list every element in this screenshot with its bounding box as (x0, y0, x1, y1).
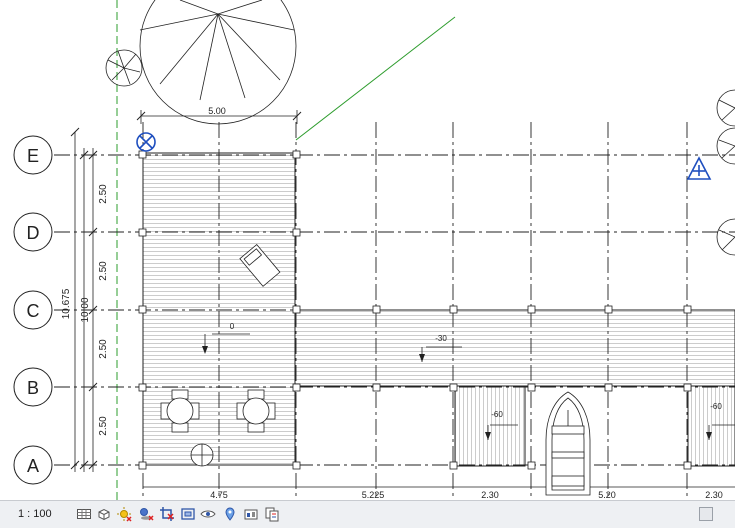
dim-bottom-5: 2.30 (705, 490, 723, 500)
temporary-hide-icon[interactable] (200, 506, 216, 522)
project-base-point-icon (686, 156, 712, 180)
worksharing-icon[interactable] (264, 506, 280, 522)
grid-bubble-E: E (13, 135, 53, 175)
shadows-icon[interactable] (138, 506, 154, 522)
reveal-hidden-icon[interactable] (222, 506, 238, 522)
grid-bubble-B: B (13, 367, 53, 407)
dim-row-1: 2.50 (98, 184, 109, 204)
sun-path-icon[interactable] (116, 506, 132, 522)
tree-small (105, 49, 143, 87)
detail-level-icon[interactable] (76, 506, 92, 522)
svg-text:A: A (27, 456, 39, 476)
walkway (294, 309, 735, 387)
svg-text:-60: -60 (491, 410, 503, 419)
dim-row-4: 2.50 (98, 416, 109, 436)
svg-text:-60: -60 (710, 402, 722, 411)
section-line (295, 16, 456, 141)
svg-text:D: D (27, 223, 40, 243)
dim-bottom-4: 5.20 (598, 490, 616, 500)
visual-style-icon[interactable] (96, 506, 112, 522)
dim-row-2: 2.50 (98, 261, 109, 281)
dim-bottom-1: 4.75 (210, 490, 228, 500)
slip-right (687, 385, 735, 467)
svg-text:E: E (27, 146, 39, 166)
grid-bubble-A: A (13, 445, 53, 485)
view-control-bar: 1 : 100 (0, 500, 735, 528)
svg-text:0: 0 (230, 322, 235, 331)
grid-bubble-D: D (13, 212, 53, 252)
dim-bottom-3: 2.30 (481, 490, 499, 500)
slip-left (454, 385, 526, 467)
resize-grip[interactable] (699, 507, 713, 521)
view-scale[interactable]: 1 : 100 (18, 508, 52, 520)
svg-text:B: B (27, 378, 39, 398)
dim-row-3: 2.50 (98, 339, 109, 359)
boat (545, 391, 591, 496)
dim-top-width: 5.00 (208, 106, 226, 116)
drawing-canvas[interactable]: E D C B A 5.00 2.50 2.50 2.50 2.50 10.00… (0, 0, 735, 500)
svg-text:-30: -30 (435, 334, 447, 343)
show-crop-icon[interactable] (180, 506, 196, 522)
dim-total-outer: 10.675 (61, 288, 72, 319)
grid-bubble-C: C (13, 290, 53, 330)
analytics-icon[interactable] (243, 506, 259, 522)
dim-total-inner: 10.00 (80, 297, 91, 322)
umbrella-symbol (190, 443, 214, 467)
svg-text:C: C (27, 301, 40, 321)
survey-point-icon (136, 132, 156, 152)
tree-edge-1 (716, 89, 735, 256)
crop-view-icon[interactable] (159, 506, 175, 522)
dim-bottom-2: 5.225 (362, 490, 385, 500)
